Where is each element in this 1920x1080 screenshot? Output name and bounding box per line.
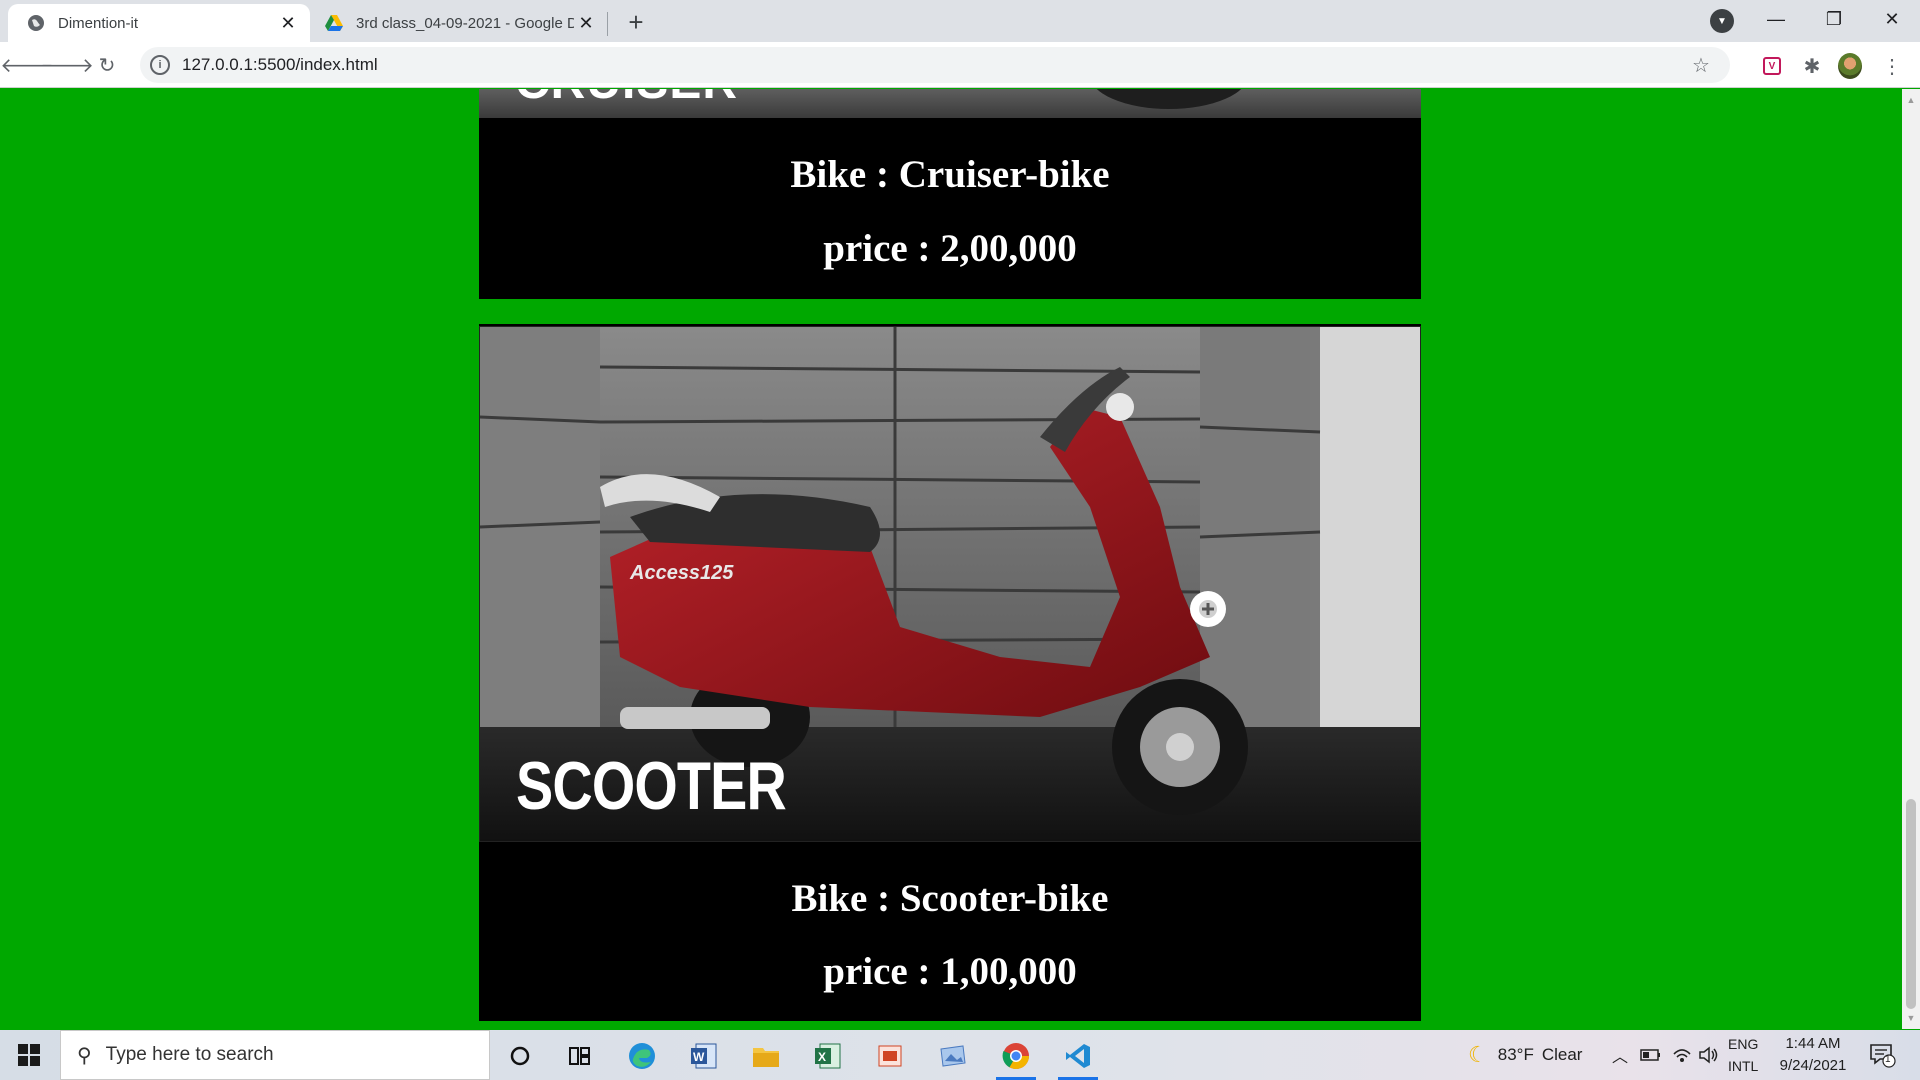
scroll-up-arrow-icon[interactable]: ▲ — [1906, 95, 1916, 105]
bike-price-label: price : 2,00,000 — [823, 227, 1077, 270]
volume-icon[interactable] — [1698, 1030, 1720, 1080]
svg-text:W: W — [693, 1050, 705, 1064]
reload-button[interactable]: ↻ — [92, 50, 122, 80]
powerpoint-icon[interactable] — [864, 1035, 916, 1077]
page-scrollbar[interactable]: ▲ ▼ — [1902, 89, 1920, 1029]
pocket-extension-icon[interactable]: V — [1760, 54, 1784, 78]
weather-condition: Clear — [1541, 1045, 1583, 1064]
cortana-icon[interactable] — [494, 1035, 546, 1077]
taskbar-search-box[interactable]: ⚲ Type here to search — [60, 1030, 490, 1080]
new-tab-button[interactable]: + — [622, 7, 650, 37]
notification-count: 1 — [1885, 1054, 1891, 1065]
cruiser-image-caption: CRUISER — [515, 89, 738, 110]
bike-card-cruiser: CRUISER Bike : Cruiser-bike price : 2,00… — [479, 89, 1421, 299]
excel-icon[interactable]: X — [802, 1035, 854, 1077]
tab-strip: Dimention-it ✕ 3rd class_04-09-2021 - Go… — [0, 0, 1920, 42]
model-badge-text: Access125 — [629, 562, 734, 584]
tab-search-icon[interactable]: ▼ — [1710, 9, 1734, 33]
scroll-down-arrow-icon[interactable]: ▼ — [1906, 1013, 1916, 1023]
close-tab-icon[interactable]: ✕ — [574, 11, 598, 35]
bike-card-scooter: Access125 SCOOTER Bike : Scooter-bike pr… — [479, 324, 1421, 1021]
site-info-icon[interactable]: i — [150, 55, 170, 75]
vscode-icon[interactable] — [1052, 1035, 1104, 1080]
lang-bottom: INTL — [1728, 1058, 1759, 1074]
url-text[interactable]: 127.0.0.1:5500/index.html — [182, 55, 1686, 75]
scooter-bike-image: Access125 SCOOTER — [479, 326, 1421, 842]
address-bar[interactable]: i 127.0.0.1:5500/index.html ☆ — [140, 47, 1730, 83]
bookmark-star-icon[interactable]: ☆ — [1686, 53, 1716, 78]
menu-kebab-icon[interactable]: ⋮ — [1880, 54, 1904, 78]
google-drive-icon — [324, 13, 344, 33]
bike-price-label: price : 1,00,000 — [823, 950, 1077, 993]
bike-name-label: Bike : Scooter-bike — [791, 877, 1109, 920]
search-placeholder: Type here to search — [105, 1044, 274, 1065]
weather-temp: 83°F — [1497, 1045, 1534, 1064]
chrome-icon[interactable] — [990, 1035, 1042, 1080]
close-tab-icon[interactable]: ✕ — [276, 11, 300, 35]
edge-icon[interactable] — [616, 1035, 668, 1077]
scrollbar-thumb[interactable] — [1906, 799, 1916, 1009]
bike-name-label: Bike : Cruiser-bike — [790, 153, 1110, 196]
tab-title: 3rd class_04-09-2021 - Google D — [356, 14, 574, 32]
tab-dimention-it[interactable]: Dimention-it ✕ — [8, 4, 310, 42]
close-window-button[interactable]: ✕ — [1864, 0, 1920, 38]
back-button[interactable]: 🡐 — [0, 50, 54, 80]
cruiser-wheel — [1089, 89, 1249, 109]
profile-avatar[interactable] — [1838, 53, 1862, 79]
photos-icon[interactable] — [926, 1035, 978, 1077]
start-button[interactable] — [0, 1030, 58, 1080]
cruiser-bike-image: CRUISER — [479, 89, 1421, 118]
svg-text:X: X — [818, 1050, 826, 1064]
battery-icon[interactable] — [1640, 1030, 1662, 1080]
word-icon[interactable]: W — [678, 1035, 730, 1077]
moon-icon: ☾ — [1468, 1042, 1488, 1067]
forward-button[interactable]: 🡒 — [40, 50, 94, 80]
tab-google-drive[interactable]: 3rd class_04-09-2021 - Google D ✕ — [312, 4, 608, 42]
minimize-button[interactable]: — — [1748, 0, 1804, 38]
windows-taskbar: ⚲ Type here to search W X ☾ 83°F Clear ︿ — [0, 1030, 1920, 1080]
windows-logo-icon — [18, 1044, 40, 1066]
extensions-puzzle-icon[interactable]: ✱ — [1800, 54, 1824, 78]
input-language[interactable]: ENG INTL — [1728, 1033, 1758, 1077]
notification-center-icon[interactable]: 1 — [1868, 1030, 1896, 1080]
lang-top: ENG — [1728, 1036, 1759, 1052]
clock-date: 9/24/2021 — [1779, 1057, 1847, 1074]
weather-widget[interactable]: ☾ 83°F Clear — [1468, 1030, 1582, 1080]
task-view-icon[interactable] — [554, 1035, 606, 1077]
globe-icon — [26, 13, 46, 33]
scooter-image-caption: SCOOTER — [516, 748, 787, 824]
clock-time: 1:44 AM — [1785, 1035, 1841, 1052]
file-explorer-icon[interactable] — [740, 1035, 792, 1077]
restore-button[interactable]: ❐ — [1806, 0, 1862, 38]
search-icon: ⚲ — [77, 1044, 92, 1067]
wifi-icon[interactable] — [1672, 1030, 1692, 1080]
browser-toolbar: 🡐 🡒 ↻ i 127.0.0.1:5500/index.html ☆ V ✱ … — [0, 42, 1920, 88]
show-hidden-icons-icon[interactable]: ︿ — [1612, 1030, 1628, 1080]
page-viewport: CRUISER Bike : Cruiser-bike price : 2,00… — [0, 89, 1920, 1029]
tab-title: Dimention-it — [58, 14, 139, 32]
system-clock[interactable]: 1:44 AM 9/24/2021 — [1768, 1033, 1858, 1077]
tab-divider — [607, 12, 608, 36]
